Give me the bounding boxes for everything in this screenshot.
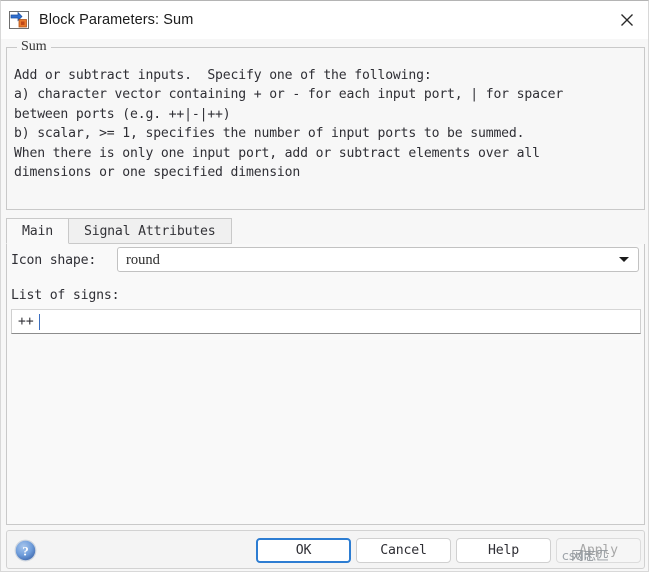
tab-main-label: Main bbox=[22, 223, 53, 239]
ok-button-label: OK bbox=[295, 543, 312, 558]
chevron-down-icon bbox=[619, 257, 629, 262]
text-caret bbox=[39, 314, 40, 330]
cancel-button-label: Cancel bbox=[380, 543, 427, 558]
list-of-signs-label: List of signs: bbox=[11, 288, 120, 303]
block-parameters-dialog: Block Parameters: Sum Sum Add or subtrac… bbox=[0, 0, 649, 572]
tab-strip: Main Signal Attributes bbox=[6, 218, 645, 245]
icon-shape-select[interactable]: round bbox=[117, 247, 639, 272]
help-circle-icon[interactable]: ? bbox=[14, 539, 37, 562]
tab-signal-attributes-label: Signal Attributes bbox=[83, 223, 216, 239]
description-text: Add or subtract inputs. Specify one of t… bbox=[14, 68, 564, 181]
tab-main[interactable]: Main bbox=[6, 218, 69, 244]
help-button-label: Help bbox=[488, 543, 519, 558]
dialog-button-bar: ? OK Cancel Help Apply bbox=[6, 530, 645, 569]
help-button[interactable]: Help bbox=[456, 538, 551, 563]
tab-panel-main: Icon shape: round List of signs: ++ bbox=[6, 244, 645, 525]
apply-button: Apply bbox=[556, 538, 641, 563]
ok-button[interactable]: OK bbox=[256, 538, 351, 563]
list-of-signs-input[interactable]: ++ bbox=[11, 309, 641, 334]
list-of-signs-value: ++ bbox=[18, 314, 34, 329]
dialog-title: Block Parameters: Sum bbox=[39, 12, 194, 28]
apply-button-label: Apply bbox=[579, 543, 618, 558]
cancel-button[interactable]: Cancel bbox=[356, 538, 451, 563]
simulink-block-icon bbox=[8, 9, 30, 31]
title-bar: Block Parameters: Sum bbox=[1, 1, 648, 39]
description-group-legend: Sum bbox=[17, 39, 51, 55]
svg-text:?: ? bbox=[22, 543, 29, 558]
tab-signal-attributes[interactable]: Signal Attributes bbox=[67, 218, 232, 244]
icon-shape-selected-value: round bbox=[126, 252, 160, 268]
description-group-box: Sum Add or subtract inputs. Specify one … bbox=[6, 39, 645, 210]
icon-shape-label: Icon shape: bbox=[11, 253, 97, 268]
close-icon[interactable] bbox=[604, 1, 648, 39]
